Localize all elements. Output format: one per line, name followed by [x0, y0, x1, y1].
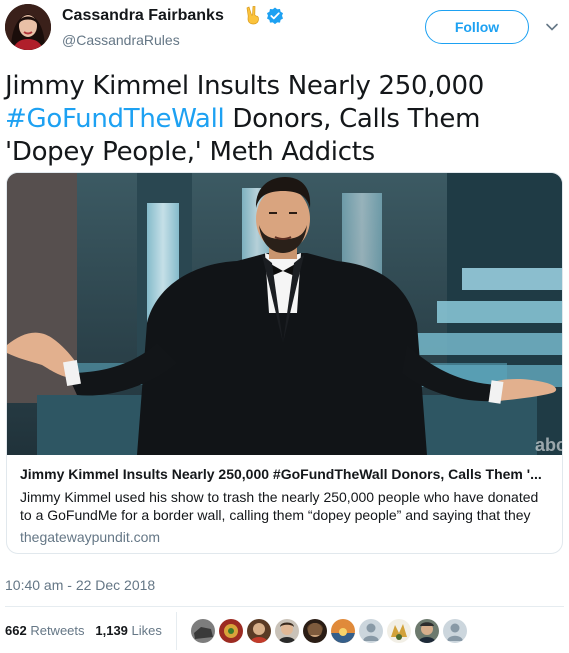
verified-badge-icon [266, 7, 284, 25]
liker-avatar[interactable] [190, 618, 216, 644]
divider [5, 606, 564, 607]
tweet-stats: 662 Retweets 1,139 Likes [5, 623, 162, 638]
likes-count: 1,139 [95, 623, 128, 638]
card-image: abc [7, 173, 562, 455]
liker-avatar[interactable] [302, 618, 328, 644]
default-avatar-icon[interactable] [442, 618, 468, 644]
liker-avatar[interactable] [274, 618, 300, 644]
card-description: Jimmy Kimmel used his show to trash the … [20, 489, 539, 523]
liker-avatar[interactable] [414, 618, 440, 644]
retweets-count: 662 [5, 623, 27, 638]
link-card[interactable]: abc Jimmy Kimmel Insults Nearly 250,000 … [6, 172, 563, 554]
follow-button[interactable]: Follow [425, 10, 529, 44]
retweets-label: Retweets [30, 623, 85, 638]
tweet-timestamp[interactable]: 10:40 am - 22 Dec 2018 [5, 577, 155, 593]
author-name[interactable]: Cassandra Fairbanks [62, 7, 224, 25]
likes-label: Likes [131, 623, 162, 638]
author-avatar[interactable] [5, 4, 51, 50]
card-title[interactable]: Jimmy Kimmel Insults Nearly 250,000 #GoF… [20, 466, 550, 482]
likes-stat[interactable]: 1,139 Likes [95, 623, 162, 638]
card-domain: thegatewaypundit.com [20, 529, 161, 545]
tweet-text: Jimmy Kimmel Insults Nearly 250,000 #GoF… [5, 70, 561, 169]
tweet-header: Cassandra Fairbanks @CassandraRules Foll… [0, 0, 569, 60]
author-handle[interactable]: @CassandraRules [62, 32, 180, 48]
liker-avatar[interactable] [386, 618, 412, 644]
victory-hand-icon [243, 5, 263, 25]
liker-avatar[interactable] [218, 618, 244, 644]
liker-avatar[interactable] [246, 618, 272, 644]
abc-watermark: abc [535, 435, 562, 455]
hashtag-link[interactable]: #GoFundTheWall [5, 104, 225, 134]
tweet-text-before: Jimmy Kimmel Insults Nearly 250,000 [5, 71, 484, 101]
retweets-stat[interactable]: 662 Retweets [5, 623, 85, 638]
default-avatar-icon[interactable] [358, 618, 384, 644]
liker-avatar[interactable] [330, 618, 356, 644]
chevron-down-icon[interactable] [545, 20, 559, 34]
stats-separator [176, 612, 177, 650]
